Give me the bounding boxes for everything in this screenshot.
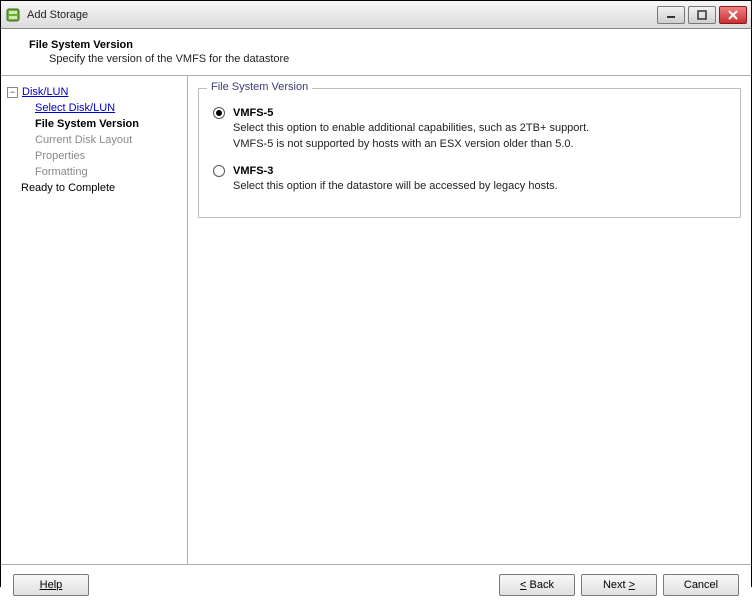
wizard-header: File System Version Specify the version … (1, 29, 751, 76)
nav-disabled-layout: Current Disk Layout (35, 132, 181, 148)
nav-current-filesystem: File System Version (35, 116, 181, 132)
wizard-footer: Help < Back Next > Cancel (1, 564, 751, 604)
radio-desc-vmfs3: Select this option if the datastore will… (233, 179, 726, 193)
radio-option-vmfs5: VMFS-5 Select this option to enable addi… (213, 107, 726, 151)
fieldset-legend: File System Version (207, 81, 312, 93)
radio-label-vmfs5[interactable]: VMFS-5 (233, 107, 273, 119)
radio-option-vmfs3: VMFS-3 Select this option if the datasto… (213, 165, 726, 193)
help-button[interactable]: Help (13, 574, 89, 596)
app-icon (5, 7, 21, 23)
nav-link-select-disk[interactable]: Select Disk/LUN (35, 102, 115, 114)
wizard-body: − Disk/LUN Select Disk/LUN File System V… (1, 76, 751, 564)
maximize-button[interactable] (688, 6, 716, 24)
nav-disabled-formatting: Formatting (35, 164, 181, 180)
nav-link-disk-lun[interactable]: Disk/LUN (22, 84, 68, 100)
minimize-button[interactable] (657, 6, 685, 24)
radio-label-vmfs3[interactable]: VMFS-3 (233, 165, 273, 177)
radio-vmfs5[interactable] (213, 107, 225, 119)
nav-disabled-ready: Ready to Complete (7, 180, 181, 196)
nav-root: − Disk/LUN (7, 84, 181, 100)
radio-vmfs3[interactable] (213, 165, 225, 177)
page-subtitle: Specify the version of the VMFS for the … (49, 53, 739, 65)
radio-desc-vmfs5-1: Select this option to enable additional … (233, 121, 726, 135)
filesystem-fieldset: File System Version VMFS-5 Select this o… (198, 88, 741, 218)
nav-disabled-properties: Properties (35, 148, 181, 164)
tree-collapse-icon[interactable]: − (7, 87, 18, 98)
wizard-content: File System Version VMFS-5 Select this o… (188, 76, 751, 564)
back-button[interactable]: < Back (499, 574, 575, 596)
wizard-nav: − Disk/LUN Select Disk/LUN File System V… (1, 76, 188, 564)
titlebar: Add Storage (1, 1, 751, 29)
window-controls (657, 6, 747, 24)
radio-desc-vmfs5-2: VMFS-5 is not supported by hosts with an… (233, 137, 726, 151)
next-button[interactable]: Next > (581, 574, 657, 596)
close-button[interactable] (719, 6, 747, 24)
cancel-button[interactable]: Cancel (663, 574, 739, 596)
page-title: File System Version (29, 39, 739, 51)
window-title: Add Storage (27, 9, 657, 21)
